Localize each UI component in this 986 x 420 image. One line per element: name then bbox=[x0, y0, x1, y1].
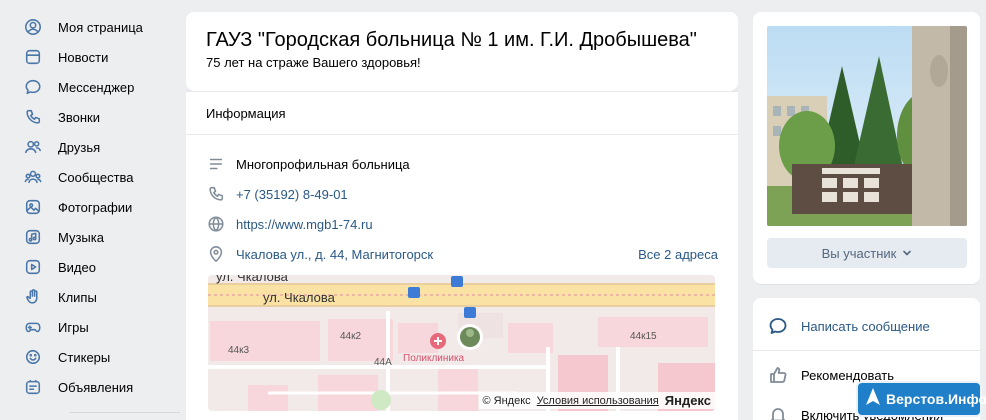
sidebar-item-label: Звонки bbox=[58, 109, 100, 125]
map-canvas: ул. Чкалова ул. Чкалова 44к3 44к2 44А 44… bbox=[208, 275, 715, 411]
map-label-bld-44a: 44А bbox=[374, 357, 392, 368]
sidebar-item-stickers[interactable]: Стикеры bbox=[18, 342, 178, 372]
info-category-row: Многопрофильная больница bbox=[206, 149, 718, 179]
info-category: Многопрофильная больница bbox=[236, 156, 410, 172]
map-attribution: © Яндекс Условия использования Яндекс bbox=[478, 392, 715, 409]
sidebar-item-label: Фотографии bbox=[58, 199, 133, 215]
member-button-label: Вы участник bbox=[821, 245, 897, 261]
games-icon bbox=[24, 318, 42, 336]
info-address-row: Чкалова ул., д. 44, Магнитогорск Все 2 а… bbox=[206, 239, 718, 269]
group-status: 75 лет на страже Вашего здоровья! bbox=[206, 55, 421, 70]
list-icon bbox=[206, 154, 226, 174]
location-pin-icon bbox=[206, 244, 226, 264]
memorial-photo-image bbox=[767, 26, 967, 226]
communities-icon bbox=[24, 168, 42, 186]
phone-icon bbox=[24, 108, 42, 126]
sidebar-divider bbox=[70, 412, 180, 413]
info-phone-link[interactable]: +7 (35192) 8-49-01 bbox=[236, 187, 348, 202]
verstov-watermark: Верстов.Инфо bbox=[858, 383, 986, 415]
group-title: ГАУЗ "Городская больница № 1 им. Г.И. Др… bbox=[206, 29, 697, 51]
sidebar-item-classifieds[interactable]: Объявления bbox=[18, 372, 178, 402]
watermark-text: Верстов.Инфо bbox=[886, 391, 986, 407]
sidebar-item-label: Мессенджер bbox=[58, 79, 135, 95]
globe-icon bbox=[206, 214, 226, 234]
yandex-map[interactable]: ул. Чкалова ул. Чкалова 44к3 44к2 44А 44… bbox=[208, 275, 715, 411]
info-website-row: https://www.mgb1-74.ru bbox=[206, 209, 718, 239]
sidebar-item-label: Видео bbox=[58, 259, 96, 275]
sticker-icon bbox=[24, 348, 42, 366]
info-tab-label[interactable]: Информация bbox=[206, 106, 286, 121]
map-label-street-top: ул. Чкалова bbox=[216, 275, 289, 284]
sidebar-item-label: Новости bbox=[58, 49, 109, 65]
all-addresses-link[interactable]: Все 2 адреса bbox=[638, 247, 718, 262]
yandex-logo[interactable]: Яндекс bbox=[665, 393, 711, 408]
sidebar-item-label: Музыка bbox=[58, 229, 104, 245]
sidebar-item-label: Моя страница bbox=[58, 19, 143, 35]
friends-icon bbox=[24, 138, 42, 156]
sidebar-item-photos[interactable]: Фотографии bbox=[18, 192, 178, 222]
write-message-action[interactable]: Написать сообщение bbox=[767, 306, 966, 346]
phone-icon bbox=[206, 184, 226, 204]
sidebar-item-messenger[interactable]: Мессенджер bbox=[18, 72, 178, 102]
sidebar-item-music[interactable]: Музыка bbox=[18, 222, 178, 252]
sidebar-item-calls[interactable]: Звонки bbox=[18, 102, 178, 132]
group-header: ГАУЗ "Городская больница № 1 им. Г.И. Др… bbox=[186, 12, 738, 91]
thumbs-up-icon bbox=[767, 364, 789, 386]
clips-icon bbox=[24, 288, 42, 306]
sidebar-item-label: Клипы bbox=[58, 289, 97, 305]
map-label-clinic: Поликлиника bbox=[403, 353, 465, 364]
message-icon bbox=[767, 315, 789, 337]
sidebar-item-label: Объявления bbox=[58, 379, 134, 395]
left-sidebar: Моя страница Новости Мессенджер Звонки Д… bbox=[18, 12, 180, 413]
sidebar-item-label: Сообщества bbox=[58, 169, 134, 185]
sidebar-item-video[interactable]: Видео bbox=[18, 252, 178, 282]
music-icon bbox=[24, 228, 42, 246]
newsfeed-icon bbox=[24, 48, 42, 66]
bell-icon bbox=[767, 404, 789, 420]
sidebar-item-label: Игры bbox=[58, 319, 89, 335]
video-icon bbox=[24, 258, 42, 276]
chevron-down-icon bbox=[902, 246, 912, 261]
sidebar-item-games[interactable]: Игры bbox=[18, 312, 178, 342]
map-label-bld-44k3: 44к3 bbox=[228, 345, 249, 356]
info-address-link[interactable]: Чкалова ул., д. 44, Магнитогорск bbox=[236, 247, 433, 262]
sidebar-item-label: Стикеры bbox=[58, 349, 111, 365]
sidebar-item-clips[interactable]: Клипы bbox=[18, 282, 178, 312]
sidebar-item-friends[interactable]: Друзья bbox=[18, 132, 178, 162]
verstov-logo-icon bbox=[864, 387, 882, 412]
sidebar-item-news[interactable]: Новости bbox=[18, 42, 178, 72]
message-icon bbox=[24, 78, 42, 96]
map-terms-link[interactable]: Условия использования bbox=[537, 395, 659, 407]
user-circle-icon bbox=[24, 18, 42, 36]
map-label-bld-44k2: 44к2 bbox=[340, 331, 361, 342]
recommend-label: Рекомендовать bbox=[801, 367, 894, 383]
photo-icon bbox=[24, 198, 42, 216]
info-website-link[interactable]: https://www.mgb1-74.ru bbox=[236, 217, 373, 232]
group-cover-card: Вы участник bbox=[753, 12, 980, 284]
map-copyright: © Яндекс bbox=[482, 394, 531, 407]
sidebar-item-communities[interactable]: Сообщества bbox=[18, 162, 178, 192]
classifieds-icon bbox=[24, 378, 42, 396]
info-section-header: Информация bbox=[186, 91, 738, 135]
info-phone-row: +7 (35192) 8-49-01 bbox=[206, 179, 718, 209]
member-dropdown-button[interactable]: Вы участник bbox=[767, 238, 967, 268]
sidebar-item-label: Друзья bbox=[58, 139, 101, 155]
sidebar-item-my-page[interactable]: Моя страница bbox=[18, 12, 178, 42]
actions-divider bbox=[753, 350, 980, 351]
map-label-bld-44k15: 44к15 bbox=[630, 331, 657, 342]
write-message-label: Написать сообщение bbox=[801, 318, 930, 334]
group-avatar-photo[interactable] bbox=[767, 26, 967, 226]
map-label-street-main: ул. Чкалова bbox=[263, 290, 336, 305]
